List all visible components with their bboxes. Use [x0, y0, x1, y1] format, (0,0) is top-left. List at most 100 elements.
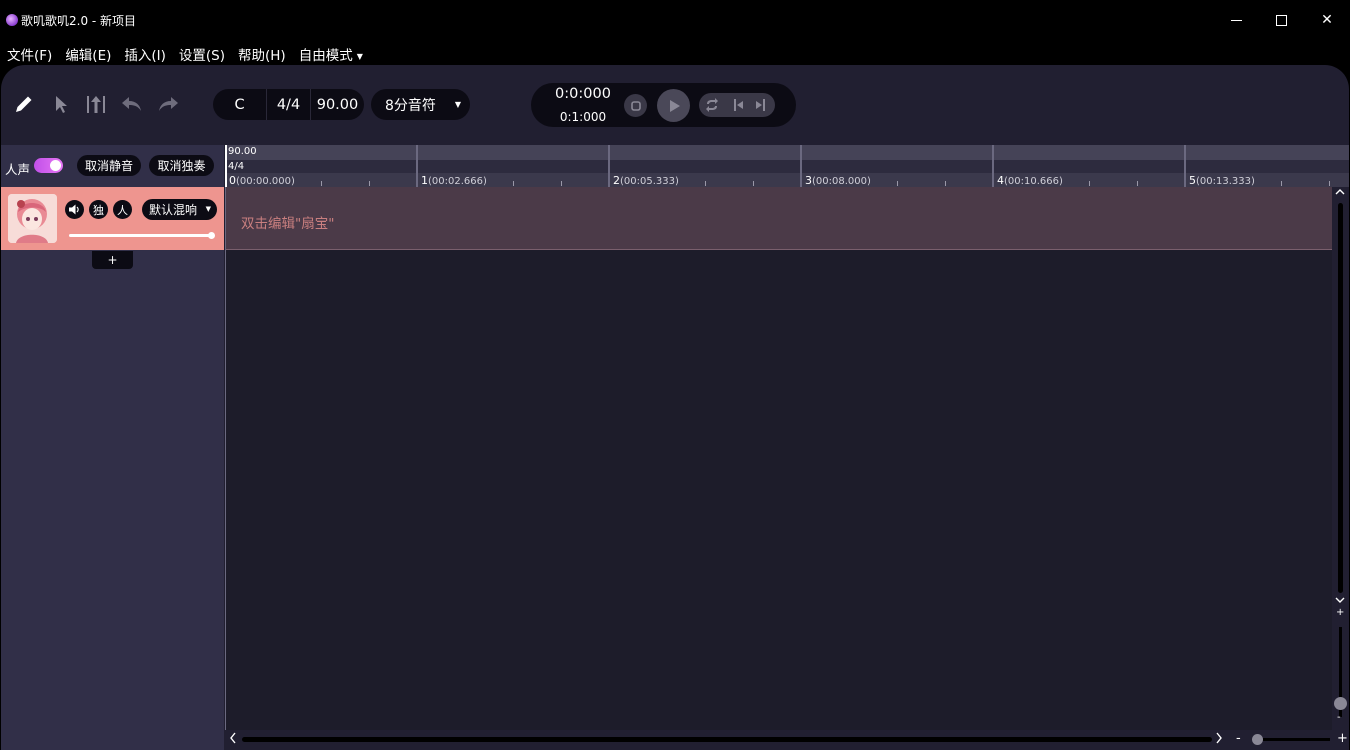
main-panel: C 4/4 90.00 8分音符 ▼ 0:0:000 0:1:000 人声 取消…: [1, 65, 1349, 750]
beat-tick: [369, 181, 370, 186]
redo-button[interactable]: [156, 92, 180, 116]
scroll-up-icon[interactable]: [1335, 187, 1345, 200]
voice-toggle[interactable]: [34, 158, 63, 173]
ruler-time-signature: 4/4: [228, 161, 245, 172]
horizontal-zoom-out-button[interactable]: -: [1236, 731, 1241, 746]
play-button[interactable]: [657, 89, 690, 122]
timeline-ruler[interactable]: 90.00 4/4 0(00:00.000) 1(00:02.666) 2(00…: [225, 145, 1349, 187]
key-selector[interactable]: C: [213, 89, 267, 120]
chevron-down-icon: ▼: [454, 100, 461, 109]
ruler-signature-row: [225, 160, 1349, 173]
title-bar: 歌叽歌叽2.0 - 新项目 ✕: [0, 0, 1350, 40]
maximize-button[interactable]: [1258, 0, 1304, 40]
menu-edit[interactable]: 编辑(E): [65, 44, 111, 64]
close-icon: ✕: [1321, 12, 1333, 28]
minimize-button[interactable]: [1213, 0, 1259, 40]
bar-line: [992, 145, 994, 187]
beat-tick: [1137, 181, 1138, 186]
loop-controls: [699, 93, 775, 117]
select-tool-button[interactable]: [49, 92, 73, 116]
beat-tick: [321, 181, 322, 186]
beat-tick: [1281, 181, 1282, 186]
beat-tick: [753, 181, 754, 186]
menu-mode-select[interactable]: 自由模式 ▼: [299, 44, 363, 64]
stop-icon: [630, 100, 641, 111]
close-button[interactable]: ✕: [1304, 0, 1350, 40]
mute-button[interactable]: [65, 200, 84, 219]
bar-label: 4(00:10.666): [997, 174, 1063, 187]
track-panel: 人声 取消静音 取消独奏 独 人 默认混响 ▼ +: [1, 145, 224, 750]
bar-line: [1184, 145, 1186, 187]
beat-tick: [705, 181, 706, 186]
singer-avatar[interactable]: [8, 194, 57, 243]
chevron-down-icon: ▼: [356, 51, 363, 61]
horizontal-scroll-thumb[interactable]: [242, 737, 1212, 742]
time-signature-selector[interactable]: 4/4: [267, 89, 311, 120]
split-icon: [87, 96, 105, 113]
split-tool-button[interactable]: [84, 92, 108, 116]
pointer-icon: [56, 96, 67, 113]
horizontal-zoom-in-button[interactable]: +: [1337, 731, 1348, 746]
note-length-value: 8分音符: [385, 97, 436, 114]
beat-tick: [1089, 181, 1090, 186]
total-time-display: 0:1:000: [559, 110, 607, 124]
solo-button[interactable]: 独: [89, 200, 108, 219]
track-header[interactable]: 独 人 默认混响 ▼: [1, 187, 224, 250]
horizontal-zoom: - +: [1230, 730, 1349, 750]
person-button[interactable]: 人: [113, 200, 132, 219]
vertical-scroll-thumb[interactable]: [1338, 203, 1343, 593]
unmute-all-button[interactable]: 取消静音: [77, 155, 141, 176]
vertical-zoom-knob[interactable]: [1334, 697, 1347, 710]
menu-file[interactable]: 文件(F): [7, 44, 52, 64]
current-time-display: 0:0:000: [555, 86, 611, 102]
vertical-scrollbar[interactable]: + -: [1332, 187, 1349, 750]
menu-bar: 文件(F) 编辑(E) 插入(I) 设置(S) 帮助(H) 自由模式 ▼: [0, 42, 369, 66]
bar-label: 0(00:00.000): [229, 174, 295, 187]
bar-label: 1(00:02.666): [421, 174, 487, 187]
scroll-right-icon[interactable]: [1215, 732, 1223, 748]
bar-label: 3(00:08.000): [805, 174, 871, 187]
add-track-button[interactable]: +: [92, 251, 133, 269]
beat-tick: [1329, 181, 1330, 186]
beat-tick: [513, 181, 514, 186]
scroll-left-icon[interactable]: [229, 732, 237, 748]
menu-settings[interactable]: 设置(S): [179, 44, 225, 64]
ruler-tempo-row: [225, 145, 1349, 160]
bar-line: [800, 145, 802, 187]
arrangement-area[interactable]: 双击编辑"扇宝": [225, 187, 1333, 730]
horizontal-zoom-track[interactable]: [1252, 738, 1330, 741]
track-lane[interactable]: 双击编辑"扇宝": [226, 187, 1333, 250]
reverb-value: 默认混响: [149, 203, 198, 217]
beat-tick: [945, 181, 946, 186]
note-length-select[interactable]: 8分音符 ▼: [371, 89, 470, 120]
unsolo-all-button[interactable]: 取消独奏: [149, 155, 214, 176]
loop-end-icon[interactable]: [753, 98, 767, 112]
ruler-tempo: 90.00: [228, 146, 257, 157]
loop-icon[interactable]: [704, 97, 720, 113]
play-icon: [669, 99, 680, 112]
beat-tick: [897, 181, 898, 186]
playhead[interactable]: [225, 145, 227, 187]
horizontal-zoom-knob[interactable]: [1252, 734, 1263, 745]
loop-start-icon[interactable]: [732, 98, 746, 112]
chevron-down-icon: ▼: [205, 205, 211, 213]
stop-button[interactable]: [624, 94, 647, 117]
volume-slider[interactable]: [69, 232, 215, 239]
reverb-select[interactable]: 默认混响 ▼: [142, 199, 217, 220]
horizontal-scrollbar[interactable]: [225, 730, 1332, 750]
vertical-zoom-out-button[interactable]: -: [1337, 712, 1341, 723]
bar-label: 5(00:13.333): [1189, 174, 1255, 187]
undo-button[interactable]: [120, 92, 144, 116]
pencil-tool-button[interactable]: [12, 92, 36, 116]
bar-line: [416, 145, 418, 187]
singer-avatar-image: [8, 194, 57, 243]
vertical-zoom-in-button[interactable]: +: [1336, 607, 1344, 618]
tempo-input[interactable]: 90.00: [311, 89, 364, 120]
project-settings-group: C 4/4 90.00: [213, 89, 364, 120]
bar-label: 2(00:05.333): [613, 174, 679, 187]
app-logo-icon: [6, 14, 18, 26]
menu-help[interactable]: 帮助(H): [238, 44, 286, 64]
menu-insert[interactable]: 插入(I): [124, 44, 166, 64]
volume-slider-thumb[interactable]: [208, 232, 215, 239]
voice-label: 人声: [5, 162, 31, 177]
